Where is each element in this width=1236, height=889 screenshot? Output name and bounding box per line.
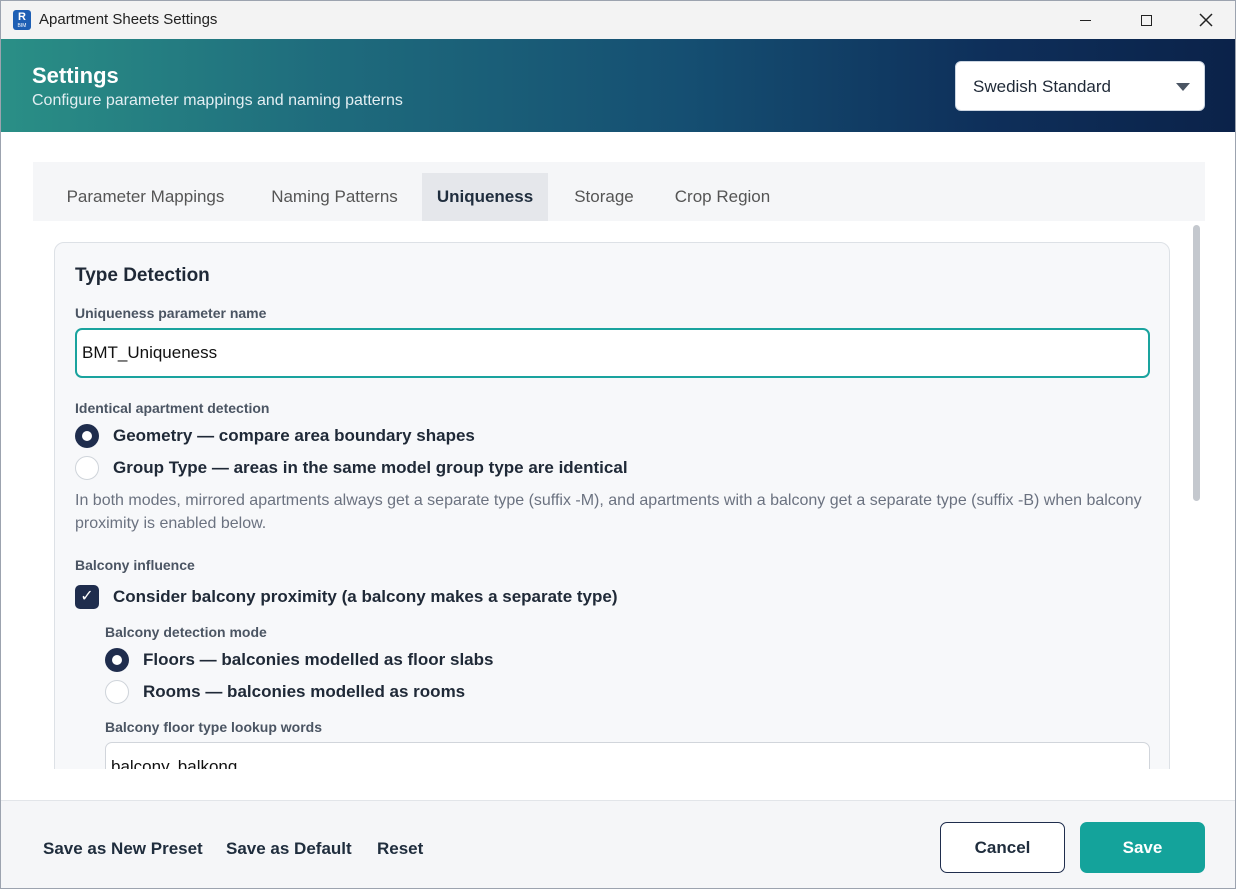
maximize-icon (1140, 14, 1152, 26)
app-icon-sub: BIM (17, 23, 27, 29)
vertical-scrollbar[interactable] (1193, 225, 1200, 501)
tab-uniqueness[interactable]: Uniqueness (422, 173, 548, 221)
tab-crop-region[interactable]: Crop Region (660, 173, 785, 221)
minimize-icon (1079, 19, 1091, 21)
help-text: In both modes, mirrored apartments alway… (75, 492, 1142, 532)
preset-dropdown[interactable]: Swedish Standard (955, 61, 1205, 111)
lookup-words-input[interactable]: balcony, balkong (105, 742, 1150, 769)
type-detection-card: Type Detection Uniqueness parameter name… (54, 242, 1170, 769)
section-title: Type Detection (75, 265, 210, 286)
rooms-radio[interactable] (105, 680, 129, 704)
geometry-radio-label[interactable]: Geometry — compare area boundary shapes (113, 426, 475, 446)
uniqueness-param-label: Uniqueness parameter name (75, 305, 267, 321)
chevron-down-icon (1176, 83, 1190, 91)
balcony-influence-label: Balcony influence (75, 557, 195, 573)
tab-parameter-mappings[interactable]: Parameter Mappings (47, 173, 244, 221)
save-button[interactable]: Save (1080, 822, 1205, 873)
group-type-radio-label[interactable]: Group Type — areas in the same model gro… (113, 458, 628, 478)
close-icon (1199, 13, 1213, 27)
content-scroll-area[interactable]: Type Detection Uniqueness parameter name… (1, 221, 1235, 769)
rooms-radio-label[interactable]: Rooms — balconies modelled as rooms (143, 682, 465, 702)
balcony-mode-label: Balcony detection mode (105, 624, 267, 640)
save-as-default-button[interactable]: Save as Default (226, 839, 352, 859)
tab-naming-patterns[interactable]: Naming Patterns (254, 173, 415, 221)
footer-bar: Save as New Preset Save as Default Reset… (1, 800, 1235, 888)
page-subtitle: Configure parameter mappings and naming … (32, 92, 403, 109)
save-as-new-preset-button[interactable]: Save as New Preset (43, 839, 203, 859)
maximize-button[interactable] (1116, 1, 1176, 39)
tab-bar: Parameter Mappings Naming Patterns Uniqu… (33, 162, 1205, 221)
revit-app-icon: R BIM (13, 10, 31, 30)
title-bar: R BIM Apartment Sheets Settings (1, 1, 1235, 39)
cancel-button[interactable]: Cancel (940, 822, 1065, 873)
page-title: Settings (32, 63, 119, 88)
tab-storage[interactable]: Storage (557, 173, 651, 221)
floors-radio[interactable] (105, 648, 129, 672)
header-banner: Settings Configure parameter mappings an… (1, 39, 1235, 132)
minimize-button[interactable] (1055, 1, 1115, 39)
identical-detection-label: Identical apartment detection (75, 400, 270, 416)
balcony-proximity-label[interactable]: Consider balcony proximity (a balcony ma… (113, 587, 618, 607)
uniqueness-param-input[interactable]: BMT_Uniqueness (75, 328, 1150, 378)
lookup-words-label: Balcony floor type lookup words (105, 719, 323, 735)
geometry-radio[interactable] (75, 424, 99, 448)
balcony-proximity-checkbox[interactable]: ✓ (75, 585, 99, 609)
settings-window: R BIM Apartment Sheets Settings Settings… (0, 0, 1236, 889)
preset-value: Swedish Standard (973, 77, 1111, 96)
reset-button[interactable]: Reset (377, 839, 423, 859)
close-button[interactable] (1176, 1, 1235, 39)
group-type-radio[interactable] (75, 456, 99, 480)
floors-radio-label[interactable]: Floors — balconies modelled as floor sla… (143, 650, 493, 670)
app-icon-letter: R (18, 11, 26, 23)
window-title: Apartment Sheets Settings (39, 11, 218, 28)
